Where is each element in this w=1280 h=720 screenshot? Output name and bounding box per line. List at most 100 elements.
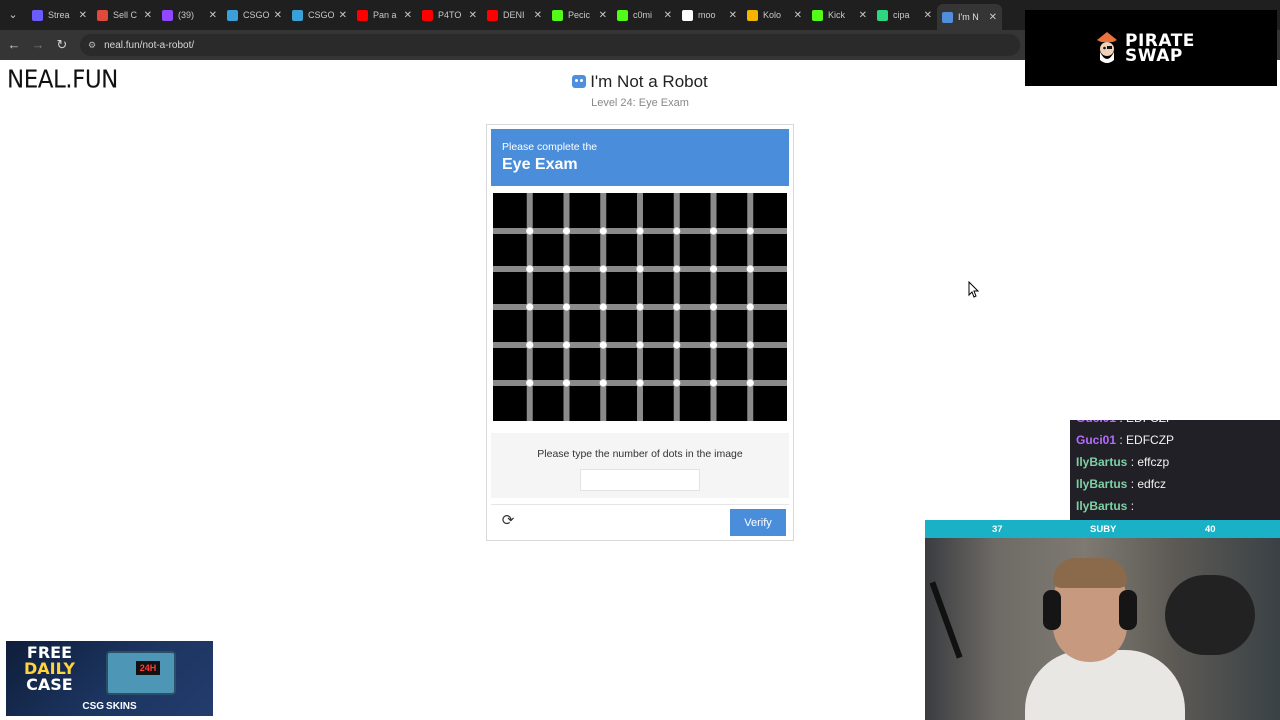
grid-dot <box>636 303 644 311</box>
tab-close-icon[interactable]: ✕ <box>599 10 607 21</box>
tab-favicon-icon <box>812 9 823 21</box>
score-left: 37 <box>992 524 1003 535</box>
dots-count-input[interactable] <box>580 469 700 491</box>
captcha-footer: ⟳ Verify <box>491 504 789 536</box>
browser-tab[interactable]: moo ✕ <box>677 4 742 26</box>
daily-case-text: FREE DAILY CASE <box>24 645 75 693</box>
sponsor-logo-text: PIRATE SWAP <box>1125 31 1195 66</box>
webcam-person-hair <box>1053 558 1127 588</box>
instruction-area: Please type the number of dots in the im… <box>491 433 789 498</box>
chat-text: edfcz <box>1137 477 1167 491</box>
instruction-text: Please type the number of dots in the im… <box>537 448 743 460</box>
tab-close-icon[interactable]: ✕ <box>339 10 347 21</box>
tab-title: c0mi <box>633 10 653 20</box>
back-icon[interactable]: ← <box>6 37 22 53</box>
tab-close-icon[interactable]: ✕ <box>794 10 802 21</box>
webcam-headset-left <box>1043 590 1061 630</box>
tab-close-icon[interactable]: ✕ <box>209 10 217 21</box>
browser-tab[interactable]: (39) ✕ <box>157 4 222 26</box>
captcha-widget: Please complete the Eye Exam Please type… <box>486 124 794 541</box>
tab-close-icon[interactable]: ✕ <box>404 10 412 21</box>
tab-search-icon[interactable]: ⌄ <box>4 6 22 24</box>
tab-close-icon[interactable]: ✕ <box>989 12 997 23</box>
tab-title: Kolo <box>763 10 782 20</box>
captcha-header-prompt: Please complete the <box>502 141 598 153</box>
grid-dot <box>746 265 754 273</box>
tab-close-icon[interactable]: ✕ <box>79 10 87 21</box>
page-title-text: I'm Not a Robot <box>590 72 708 91</box>
chat-message: IlyBartus : <box>1076 499 1134 513</box>
tab-close-icon[interactable]: ✕ <box>924 10 932 21</box>
browser-tab[interactable]: Kick ✕ <box>807 4 872 26</box>
grid-dot <box>709 379 718 387</box>
grid-dot <box>599 227 607 235</box>
chat-message: IlyBartus : effczp <box>1076 455 1169 469</box>
case-timer-label: 24H <box>136 661 160 675</box>
tab-title: moo <box>698 10 716 20</box>
eye-exam-grid-image <box>493 193 787 421</box>
pirate-mascot-icon <box>1097 32 1117 63</box>
grid-dot <box>562 265 571 273</box>
level-subtitle: Level 24: Eye Exam <box>591 97 689 109</box>
grid-dot <box>746 341 754 349</box>
tab-close-icon[interactable]: ✕ <box>534 10 542 21</box>
grid-dot <box>562 379 571 387</box>
grid-dot <box>673 341 681 349</box>
grid-dot <box>746 303 754 311</box>
tab-close-icon[interactable]: ✕ <box>859 10 867 21</box>
tab-favicon-icon <box>227 9 238 21</box>
grid-dot <box>599 341 607 349</box>
reload-icon[interactable]: ↻ <box>54 37 70 53</box>
grid-dot <box>526 227 534 235</box>
tab-title: Sell C <box>113 10 138 20</box>
tab-close-icon[interactable]: ✕ <box>729 10 737 21</box>
score-right: 40 <box>1205 524 1216 535</box>
verify-button[interactable]: Verify <box>730 509 786 536</box>
browser-tab[interactable]: Sell C ✕ <box>92 4 157 26</box>
tab-close-icon[interactable]: ✕ <box>274 10 282 21</box>
browser-tab[interactable]: Pecic ✕ <box>547 4 612 26</box>
browser-tab[interactable]: Kolo ✕ <box>742 4 807 26</box>
chat-separator: : <box>1127 499 1135 513</box>
webcam-headset-right <box>1119 590 1137 630</box>
browser-tab[interactable]: CSGO ✕ <box>287 4 352 26</box>
browser-tab[interactable]: P4TO ✕ <box>417 4 482 26</box>
daily-line-3: CASE <box>26 675 73 694</box>
address-bar[interactable]: ⚙ neal.fun/not-a-robot/ <box>80 34 1020 56</box>
grid-dot <box>709 227 718 235</box>
browser-tab[interactable]: CSGO ✕ <box>222 4 287 26</box>
chat-message: Guci01 : EDFCZP <box>1076 433 1174 447</box>
tab-close-icon[interactable]: ✕ <box>144 10 152 21</box>
tab-title: (39) <box>178 10 195 20</box>
chat-text: EDFCZP <box>1126 433 1175 447</box>
tab-title: CSGO <box>308 10 335 20</box>
tab-title: cipa <box>893 10 910 20</box>
browser-tab[interactable]: cipa ✕ <box>872 4 937 26</box>
tab-title: Strea <box>48 10 70 20</box>
tab-title: Pan a <box>373 10 397 20</box>
refresh-icon[interactable]: ⟳ <box>499 512 517 530</box>
tab-favicon-icon <box>682 9 693 21</box>
robot-icon <box>572 75 587 88</box>
tab-close-icon[interactable]: ✕ <box>469 10 477 21</box>
tab-title: DENI <box>503 10 525 20</box>
tab-close-icon[interactable]: ✕ <box>664 10 672 21</box>
chat-message: Guci01 : EDFCZP <box>1076 420 1174 425</box>
grid-dot <box>562 341 571 349</box>
browser-tab[interactable]: DENI ✕ <box>482 4 547 26</box>
browser-tab[interactable]: Pan a ✕ <box>352 4 417 26</box>
grid-dot <box>709 265 718 273</box>
captcha-header-title: Eye Exam <box>502 156 578 173</box>
grid-dot <box>673 227 681 235</box>
forward-icon[interactable]: → <box>30 37 46 53</box>
grid-dot <box>599 379 607 387</box>
chat-username: IlyBartus <box>1076 499 1128 513</box>
browser-tab[interactable]: c0mi ✕ <box>612 4 677 26</box>
sponsor-overlay: PIRATE SWAP <box>1025 10 1277 86</box>
browser-tab[interactable]: Strea ✕ <box>27 4 92 26</box>
site-info-icon[interactable]: ⚙ <box>88 40 96 51</box>
grid-dot <box>673 303 681 311</box>
grid-dot <box>599 265 607 273</box>
grid-dot <box>746 379 754 387</box>
browser-tab[interactable]: I'm N ✕ <box>937 4 1002 30</box>
